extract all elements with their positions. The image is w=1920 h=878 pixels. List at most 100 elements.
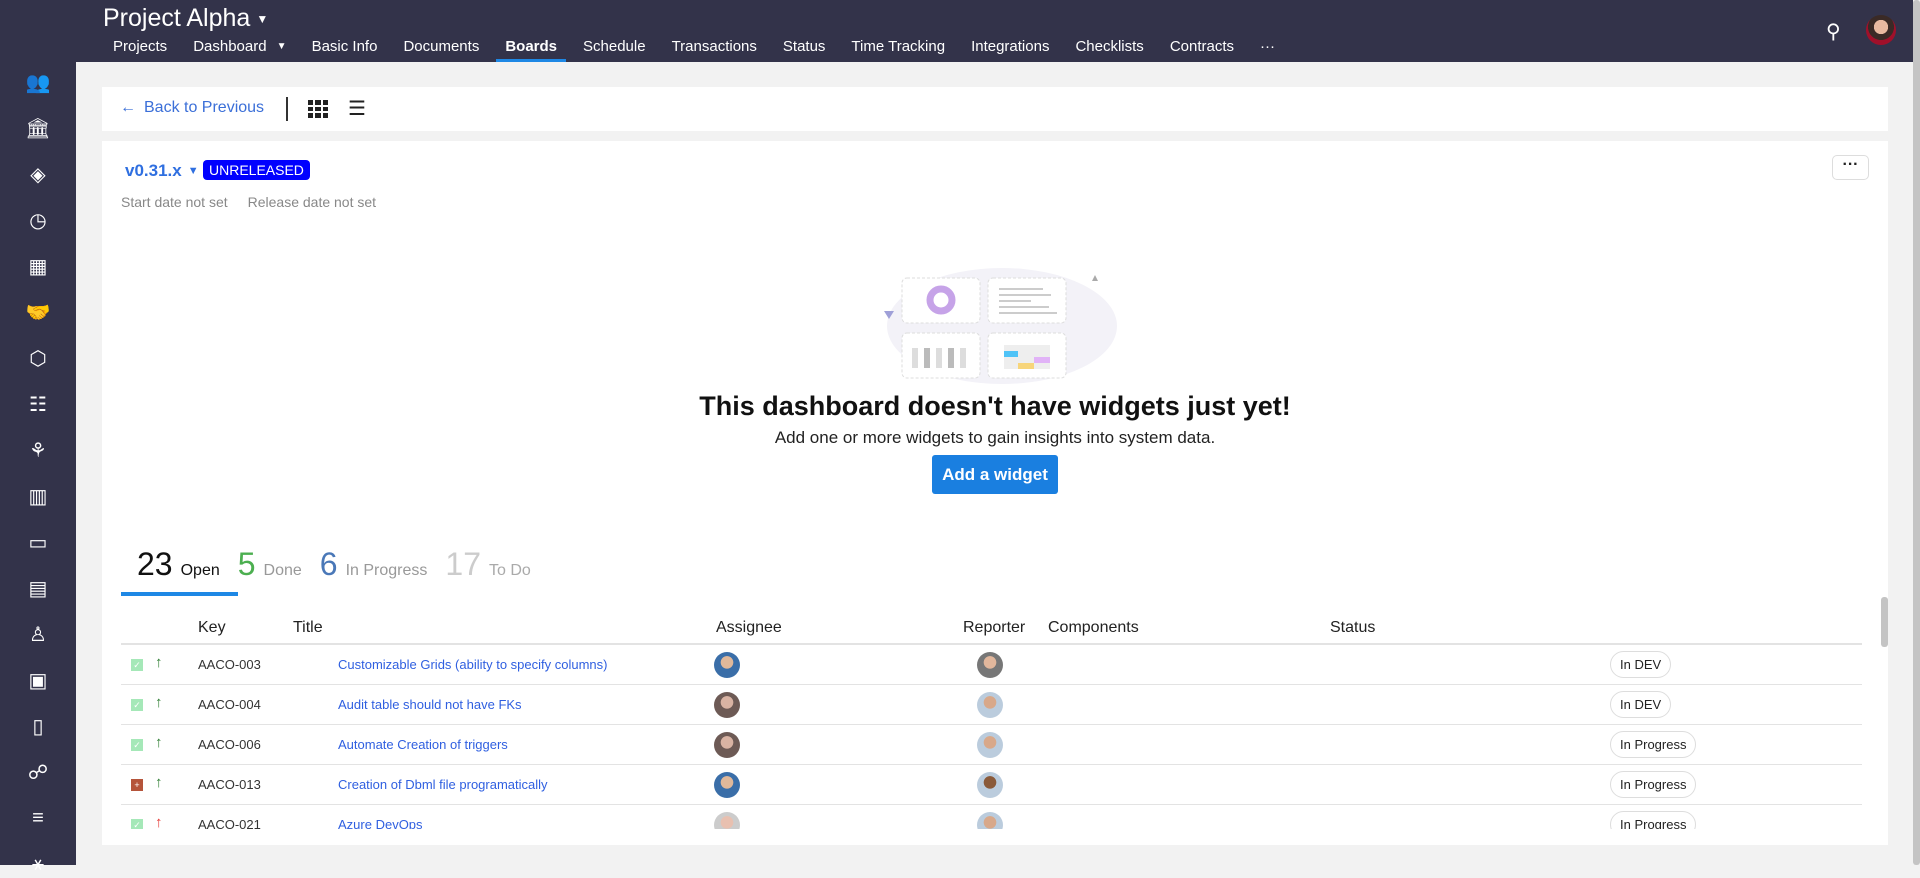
version-dropdown[interactable]: v0.31.x ▼	[125, 161, 199, 181]
tab-contracts[interactable]: Contracts	[1157, 36, 1247, 62]
column-header-key[interactable]: Key	[198, 619, 226, 637]
reporter-avatar[interactable]	[977, 772, 1003, 798]
table-row[interactable]: + ↑ AACO-013 Creation of Dbml file progr…	[121, 765, 1862, 805]
sidebar: ☀ 👥🏛◈◷▦🤝⬡☷⚘▥▭▤♙▣▯☍≡⚹	[0, 0, 76, 875]
version-name: v0.31.x	[125, 161, 182, 180]
search-icon[interactable]: ⚲	[1826, 19, 1841, 44]
status-pill[interactable]: In Progress	[1610, 771, 1697, 798]
assignee-avatar[interactable]	[714, 812, 740, 829]
tab-checklists[interactable]: Checklists	[1062, 36, 1156, 62]
user-badge-icon[interactable]: ♙	[24, 620, 52, 648]
calendar-x-icon[interactable]: ▦	[24, 252, 52, 280]
list-view-icon[interactable]: ☰	[348, 99, 366, 119]
contact-icon[interactable]: ▣	[24, 666, 52, 694]
more-options-button[interactable]: ···	[1832, 155, 1869, 180]
count-to-do[interactable]: 17 To Do	[445, 546, 530, 583]
count-label: Done	[263, 562, 302, 579]
count-label: In Progress	[345, 562, 428, 579]
back-label: Back to Previous	[144, 99, 265, 116]
page-scrollbar[interactable]	[1913, 0, 1920, 865]
status-pill[interactable]: In DEV	[1610, 691, 1672, 718]
table-row[interactable]: ✓ ↑ AACO-004 Audit table should not have…	[121, 685, 1862, 725]
cubes-icon[interactable]: ⬡	[24, 344, 52, 372]
grid-view-icon[interactable]	[308, 100, 328, 118]
tab-basic-info[interactable]: Basic Info	[299, 36, 391, 62]
assignee-avatar[interactable]	[714, 732, 740, 758]
assignee-avatar[interactable]	[714, 692, 740, 718]
layers-icon[interactable]: ◈	[24, 160, 52, 188]
tab--[interactable]: ···	[1247, 36, 1288, 62]
column-header-status[interactable]: Status	[1330, 619, 1375, 637]
file-image-icon[interactable]: ▤	[24, 574, 52, 602]
building-icon[interactable]: ▥	[24, 482, 52, 510]
count-done[interactable]: 5 Done	[238, 546, 302, 583]
table-scrollbar[interactable]	[1881, 597, 1888, 647]
start-date: Start date not set	[121, 194, 228, 210]
table-row[interactable]: ✓ ↑ AACO-006 Automate Creation of trigge…	[121, 725, 1862, 765]
tab-status[interactable]: Status	[770, 36, 839, 62]
count-label: To Do	[488, 562, 531, 579]
status-badge: UNRELEASED	[203, 160, 310, 180]
issue-title-link[interactable]: Creation of Dbml file programatically	[338, 777, 548, 792]
release-date: Release date not set	[247, 194, 377, 210]
note-icon[interactable]: ▯	[24, 712, 52, 740]
table-row[interactable]: ✓ ↑ AACO-021 Azure DevOps In Progress	[121, 805, 1862, 829]
issue-title-link[interactable]: Azure DevOps	[338, 817, 423, 829]
issue-key: AACO-003	[198, 657, 261, 672]
status-pill[interactable]: In Progress	[1610, 811, 1697, 829]
status-pill[interactable]: In Progress	[1610, 731, 1697, 758]
issue-title-link[interactable]: Customizable Grids (ability to specify c…	[338, 657, 607, 672]
checklist-icon[interactable]: ☷	[24, 390, 52, 418]
reporter-avatar[interactable]	[977, 732, 1003, 758]
column-header-reporter[interactable]: Reporter	[963, 619, 1025, 637]
issue-key: AACO-004	[198, 697, 261, 712]
reporter-avatar[interactable]	[977, 692, 1003, 718]
add-widget-button[interactable]: Add a widget	[932, 455, 1058, 494]
back-to-previous-link[interactable]: ← Back to Previous	[120, 99, 264, 117]
tab-transactions[interactable]: Transactions	[659, 36, 770, 62]
user-avatar[interactable]	[1866, 15, 1896, 45]
tab-boards[interactable]: Boards	[492, 36, 570, 62]
tab-dashboard[interactable]: Dashboard ▼	[180, 36, 298, 62]
users-icon[interactable]: 👥	[24, 68, 52, 96]
column-header-title[interactable]: Title	[293, 619, 323, 637]
arrow-left-icon: ←	[120, 99, 136, 116]
share-icon[interactable]: ☍	[24, 758, 52, 786]
table-row[interactable]: ✓ ↑ AACO-003 Customizable Grids (ability…	[121, 645, 1862, 685]
count-number: 5	[237, 546, 256, 582]
priority-arrow-up-icon: ↑	[155, 814, 163, 829]
count-in-progress[interactable]: 6 In Progress	[320, 546, 428, 583]
caret-down-icon: ▼	[276, 41, 287, 52]
tab-time-tracking[interactable]: Time Tracking	[838, 36, 958, 62]
reporter-avatar[interactable]	[977, 652, 1003, 678]
network-icon[interactable]: ⚹	[24, 850, 52, 878]
bank-icon[interactable]: 🏛	[24, 114, 52, 142]
align-left-icon[interactable]: ≡	[24, 804, 52, 832]
empty-heading: This dashboard doesn't have widgets just…	[699, 391, 1291, 421]
priority-arrow-up-icon: ↑	[155, 694, 163, 711]
issue-title-link[interactable]: Automate Creation of triggers	[338, 737, 508, 752]
tab-documents[interactable]: Documents	[390, 36, 492, 62]
project-title-dropdown[interactable]: Project Alpha ▼	[103, 4, 268, 33]
tab-integrations[interactable]: Integrations	[958, 36, 1062, 62]
header: Project Alpha ▼ Projects Dashboard ▼ Basic I…	[0, 0, 1913, 62]
bug-type-icon: +	[131, 779, 143, 791]
drive-icon[interactable]: ▭	[24, 528, 52, 556]
issue-key: AACO-006	[198, 737, 261, 752]
column-header-assignee[interactable]: Assignee	[716, 619, 782, 637]
empty-dashboard-illustration	[884, 268, 1117, 384]
issue-title-link[interactable]: Audit table should not have FKs	[338, 697, 522, 712]
reporter-avatar[interactable]	[977, 812, 1003, 829]
assignee-avatar[interactable]	[714, 652, 740, 678]
priority-arrow-up-icon: ↑	[155, 654, 163, 671]
tab-schedule[interactable]: Schedule	[570, 36, 659, 62]
clock-icon[interactable]: ◷	[24, 206, 52, 234]
issue-counts: 23 Open 5 Done 6 In Progress 17 To Do	[137, 546, 531, 583]
tab-projects[interactable]: Projects	[100, 36, 180, 62]
plant-icon[interactable]: ⚘	[24, 436, 52, 464]
count-open[interactable]: 23 Open	[137, 546, 220, 583]
assignee-avatar[interactable]	[714, 772, 740, 798]
column-header-components[interactable]: Components	[1048, 619, 1139, 637]
status-pill[interactable]: In DEV	[1610, 651, 1672, 678]
handshake-icon[interactable]: 🤝	[24, 298, 52, 326]
